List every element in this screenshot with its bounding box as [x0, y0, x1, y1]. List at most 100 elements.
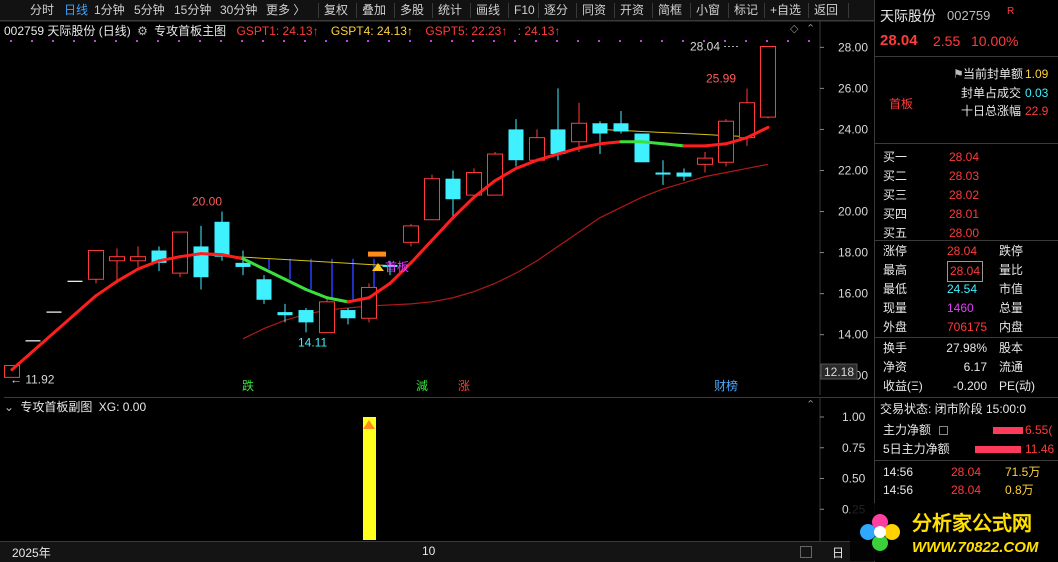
candle-body	[256, 279, 272, 300]
candle-body	[298, 310, 314, 323]
top-marker-dot	[199, 40, 201, 42]
price-change-pct: 10.00%	[971, 33, 1019, 49]
toolbar-item[interactable]: 标记	[734, 0, 758, 21]
toolbar-item[interactable]: F10	[514, 0, 535, 21]
price-tick-label: 28.00	[838, 40, 868, 54]
marker-bar	[368, 251, 386, 257]
candle-body	[508, 129, 524, 161]
toolbar-item[interactable]: 返回	[814, 0, 838, 21]
candle-body	[214, 221, 230, 257]
candle-body	[529, 137, 545, 161]
toolbar-item[interactable]: 多股	[400, 0, 424, 21]
candle-body	[109, 256, 125, 262]
toolbar-item[interactable]: 开资	[620, 0, 644, 21]
ten-day-row: 十日总涨幅 22.9	[961, 104, 1049, 118]
label-2599: 25.99	[706, 72, 736, 86]
toolbar-item[interactable]: 复权	[324, 0, 348, 21]
stock-name: 天际股份	[880, 8, 936, 24]
toolbar-item[interactable]: 15分钟	[174, 0, 211, 21]
label-low-1192: ← 11.92	[10, 372, 55, 386]
stat-row: 最低 24.54 市值	[883, 282, 1024, 296]
toolbar-item[interactable]: 逐分	[544, 0, 568, 21]
label-high-2804: 28.04	[690, 39, 720, 53]
toolbar-item[interactable]: 日线	[64, 0, 88, 21]
bid-row: 买一 28.04	[883, 150, 980, 164]
candle-body	[571, 122, 587, 143]
toolbar-item[interactable]: 统计	[438, 0, 462, 21]
main-ma-line	[451, 195, 476, 220]
tick-row: 14:56 28.04 71.5万	[883, 465, 1041, 479]
toolbar-item[interactable]: 叠加	[362, 0, 386, 21]
price-change: 2.55	[933, 33, 961, 49]
top-marker-dot	[724, 40, 726, 42]
top-marker-dot	[556, 40, 558, 42]
period-label[interactable]: 日	[832, 544, 844, 561]
label-high-20: 20.00	[192, 195, 222, 209]
main-ma-line	[220, 253, 245, 261]
toolbar-item[interactable]: 小窗	[696, 0, 720, 21]
candlestick-chart[interactable]: 28.00 26.00 24.00 22.00 20.00 18.00 16.00 14.00…	[0, 21, 874, 395]
main-ma-line	[73, 294, 98, 316]
top-marker-dot	[325, 40, 327, 42]
main-ma-line	[52, 312, 77, 335]
top-marker-dot	[430, 40, 432, 42]
top-marker-dot	[598, 40, 600, 42]
fund-row: 净资 6.17 流通	[883, 360, 1024, 374]
price-tick-label: 16.00	[838, 287, 868, 301]
main-ma-line	[10, 349, 35, 372]
top-marker-dot	[262, 40, 264, 42]
candle-body	[655, 172, 671, 175]
top-marker-dot	[682, 40, 684, 42]
toolbar-item[interactable]: 同资	[582, 0, 606, 21]
fund-row: 换手 27.98% 股本	[883, 341, 1024, 355]
info-icon[interactable]	[939, 426, 948, 435]
price-tick-label: 20.00	[838, 205, 868, 219]
main-ma-line	[514, 158, 539, 170]
tick-row: 14:56 28.04 0.8万	[883, 483, 1034, 497]
seal-ratio-row: 封单占成交 0.03	[961, 86, 1049, 100]
top-marker-dot	[346, 40, 348, 42]
main-ma-line	[31, 331, 56, 353]
main-ma-line	[703, 142, 728, 148]
main-ma-line	[199, 252, 224, 257]
top-marker-dot	[283, 40, 285, 42]
toolbar-item[interactable]: +自选	[770, 0, 801, 21]
candle-body	[193, 246, 209, 278]
toolbar-item[interactable]: 画线	[476, 0, 500, 21]
candle-body	[760, 45, 776, 118]
top-marker-dot	[493, 40, 495, 42]
main-net-bar	[993, 427, 1023, 434]
toolbar-item[interactable]: 30分钟	[220, 0, 257, 21]
event-caibang: 财榜	[714, 378, 738, 393]
toolbar-item[interactable]: 分时	[30, 0, 54, 21]
toolbar-item[interactable]: 1分钟	[94, 0, 125, 21]
candle-body	[361, 286, 377, 319]
scroll-handle[interactable]	[800, 546, 812, 558]
sub-indicator-chart: 1.000.750.500.25	[363, 397, 866, 541]
price-tick-label: 18.00	[838, 246, 868, 260]
top-marker-dot	[367, 40, 369, 42]
stat-row: 现量 1460 总量	[883, 301, 1024, 315]
top-marker-dot	[10, 40, 12, 42]
year-label: 2025年	[12, 546, 51, 560]
toolbar-item[interactable]: 更多 〉	[266, 0, 305, 21]
watermark-logo: 分析家公式网 WWW.70822.COM	[850, 503, 1058, 561]
main-ma-line	[262, 267, 287, 281]
candle-body	[445, 178, 461, 200]
label-low-1411: 14.11	[298, 335, 327, 349]
current-price-label: 12.18	[824, 365, 854, 379]
candle-body	[172, 231, 188, 274]
toolbar-item[interactable]: 5分钟	[134, 0, 165, 21]
trading-app: 分时 日线 1分钟 5分钟 15分钟 30分钟 更多 〉复权 叠加 多股 统计 画线 F10 逐分 同资开…	[0, 0, 1058, 562]
candle-body	[550, 129, 566, 155]
candle-body	[634, 133, 650, 163]
sub-tick-label: 0.75	[842, 441, 866, 455]
top-marker-dot	[787, 40, 789, 42]
candle-body	[592, 123, 608, 134]
watermark-url: WWW.70822.COM	[912, 539, 1039, 556]
bid-row: 买三 28.02	[883, 188, 980, 202]
five-day-net-bar	[975, 446, 1021, 453]
stat-row: 最高 28.04 量比	[875, 261, 1058, 282]
candle-body	[424, 178, 440, 221]
toolbar-item[interactable]: 简框	[658, 0, 682, 21]
